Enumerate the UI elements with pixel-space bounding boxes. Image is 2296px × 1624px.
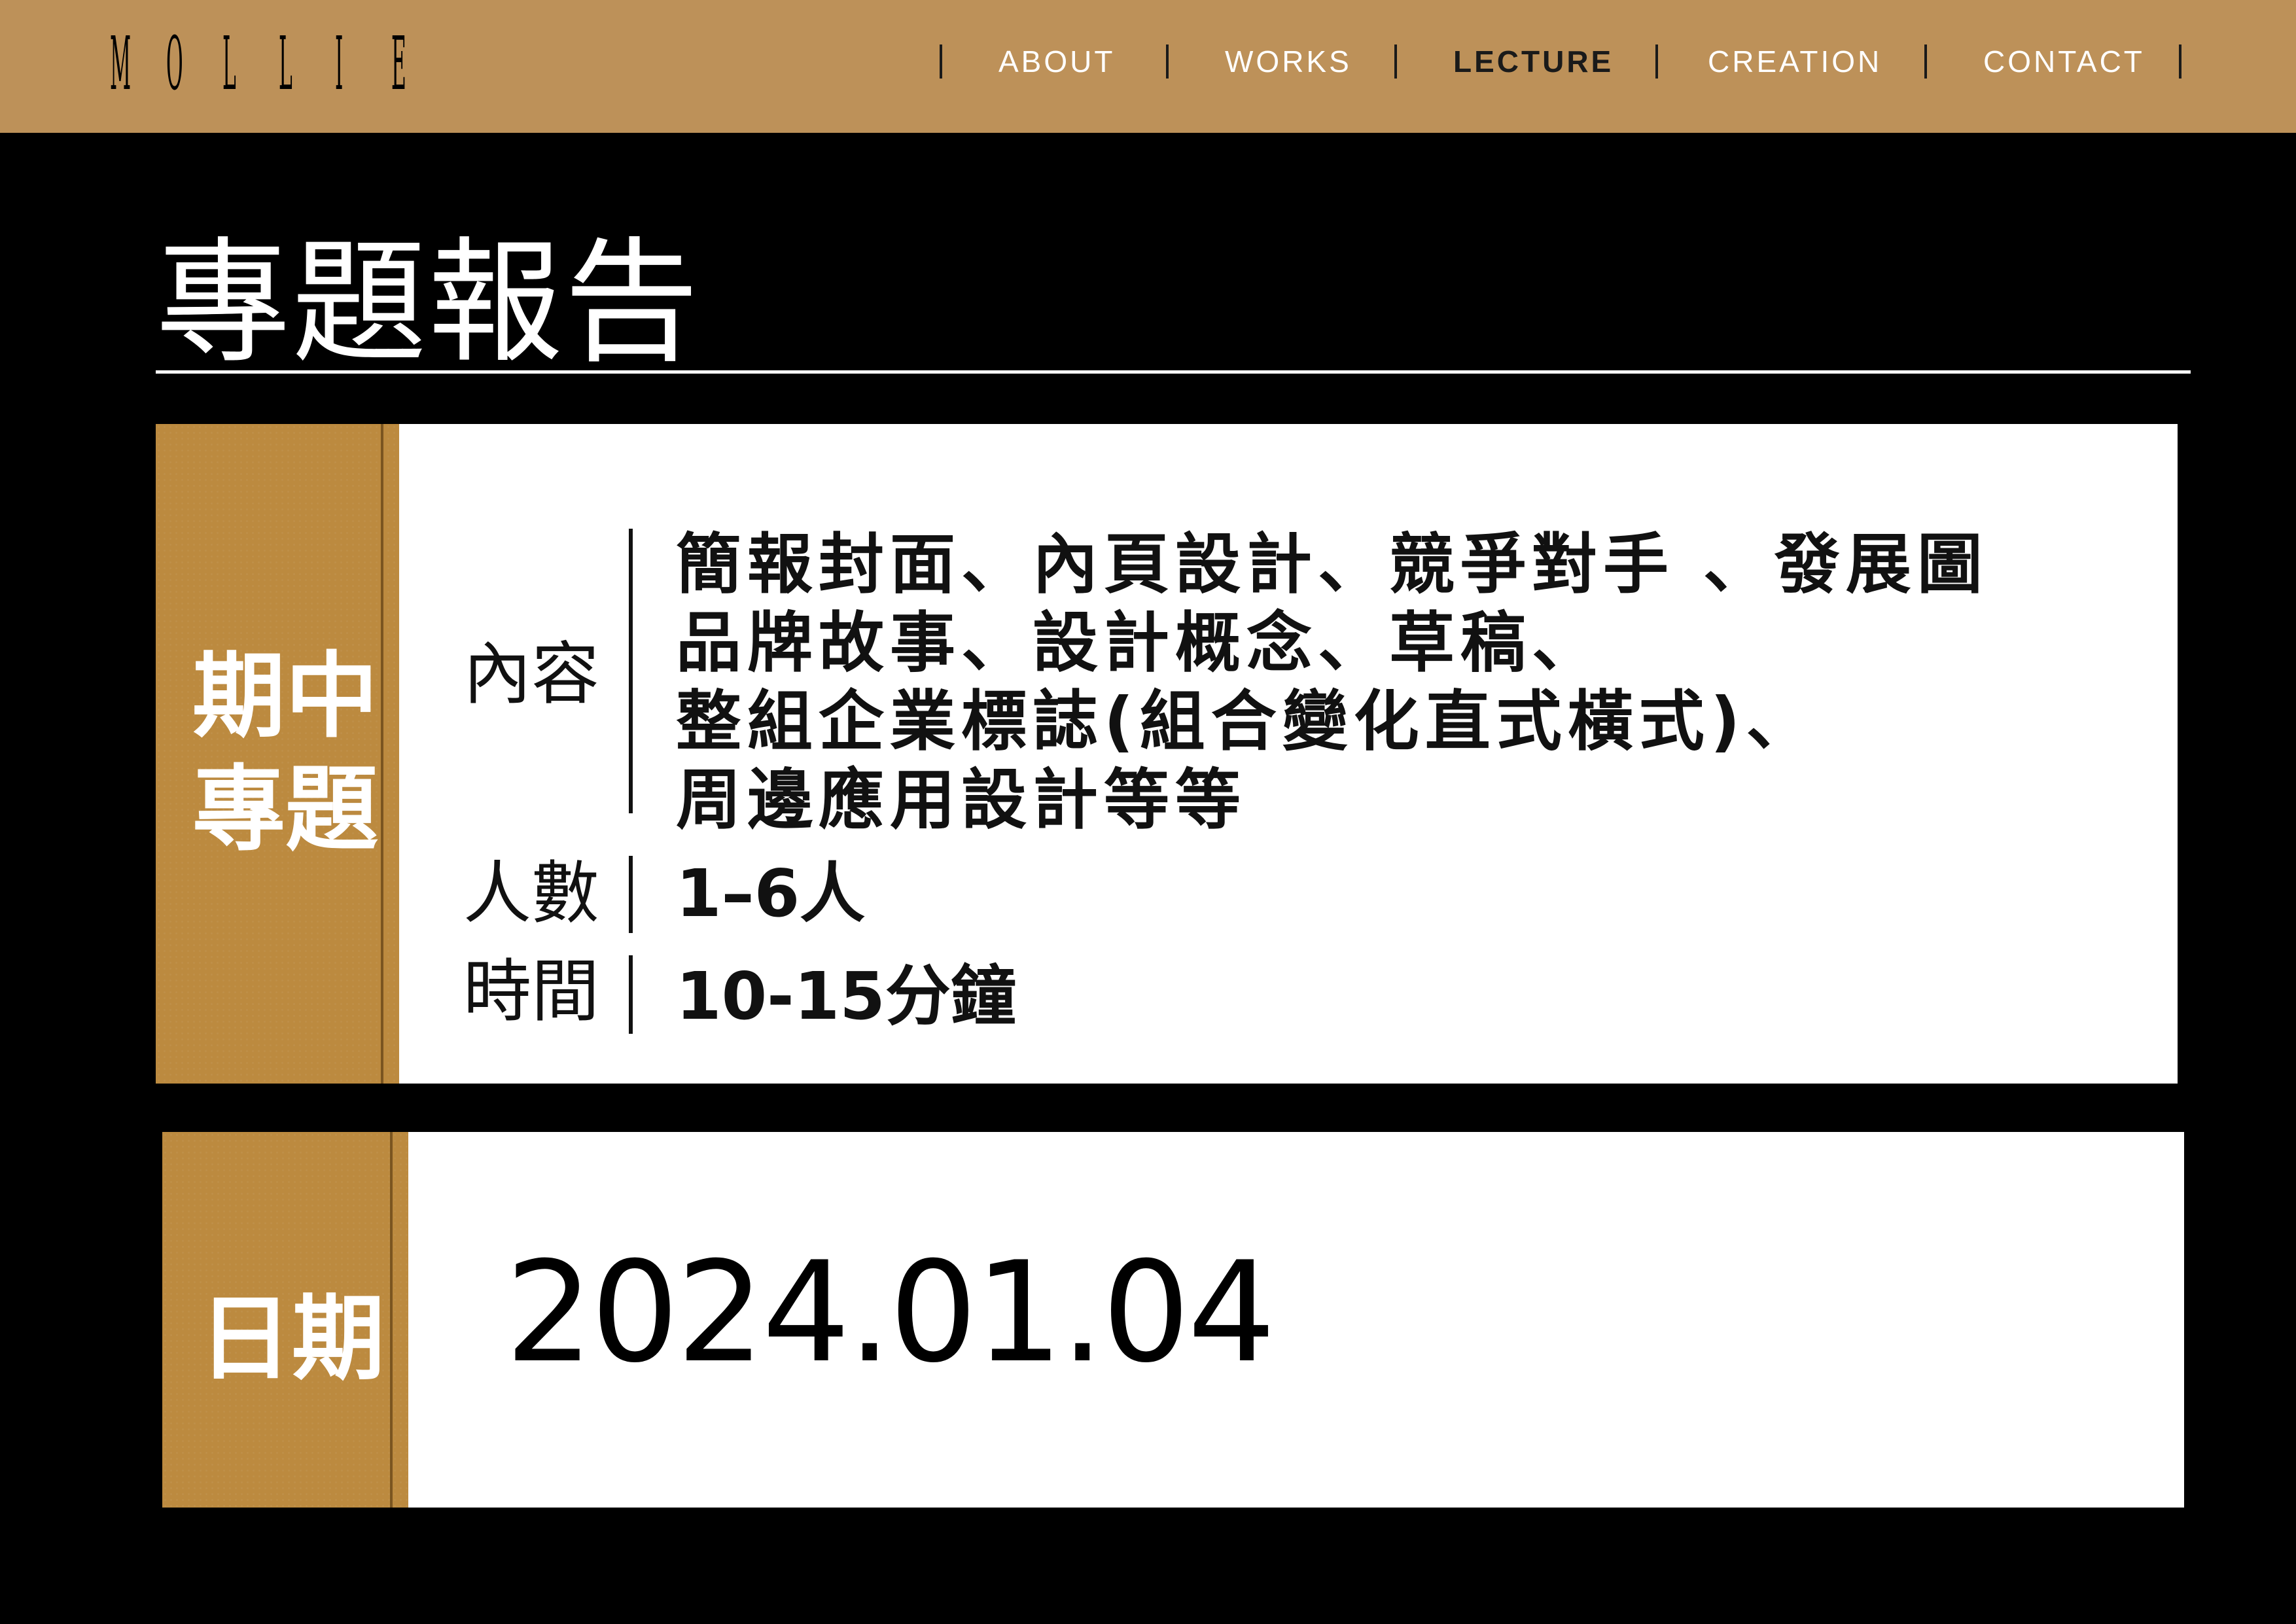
content-line-1: 簡報封面、內頁設計、競爭對手 、發展圖 bbox=[676, 526, 1988, 603]
nav-separator bbox=[940, 44, 942, 79]
midterm-tab-line2: 專題 bbox=[192, 755, 378, 864]
nav-separator bbox=[1924, 44, 1927, 79]
nav-separator bbox=[2179, 44, 2181, 79]
date-tab: 日期 bbox=[162, 1132, 408, 1508]
time-divider bbox=[629, 955, 633, 1034]
logo-letter: M bbox=[110, 22, 132, 107]
top-nav-bar: MOLLIE ABOUT WORKS LECTURE CREATION CONT… bbox=[0, 0, 2296, 133]
date-tab-label: 日期 bbox=[199, 1284, 385, 1393]
nav-contact[interactable]: CONTACT bbox=[1983, 44, 2145, 79]
logo-letter: L bbox=[279, 22, 292, 107]
midterm-tab-line1: 期中 bbox=[192, 642, 378, 750]
midterm-tab: 期中 專題 bbox=[156, 424, 399, 1084]
nav-about[interactable]: ABOUT bbox=[998, 44, 1115, 79]
nav-separator bbox=[1394, 44, 1397, 79]
midterm-panel: 期中 專題 內容 簡報封面、內頁設計、競爭對手 、發展圖 品牌故事、設計概念、草… bbox=[156, 424, 2178, 1084]
logo-letter: E bbox=[391, 22, 406, 107]
midterm-tab-label: 期中 專題 bbox=[192, 640, 378, 866]
date-panel: 日期 2024.01.04 bbox=[162, 1132, 2184, 1508]
time-label: 時間 bbox=[463, 951, 600, 1031]
page-title: 專題報告 bbox=[156, 224, 701, 381]
people-divider bbox=[629, 856, 633, 933]
tab-spine bbox=[381, 424, 383, 1084]
content-line-2: 品牌故事、設計概念、草稿、 bbox=[676, 605, 1603, 681]
content-line-3: 整組企業標誌(組合變化直式橫式)、 bbox=[676, 683, 1818, 760]
content-divider bbox=[629, 529, 633, 813]
content-label: 內容 bbox=[463, 634, 600, 714]
people-label: 人數 bbox=[463, 853, 600, 933]
content-line-4: 周邊應用設計等等 bbox=[676, 762, 1246, 838]
nav-works[interactable]: WORKS bbox=[1225, 44, 1352, 79]
title-underline bbox=[156, 370, 2191, 374]
nav-separator bbox=[1166, 44, 1169, 79]
logo-letter: O bbox=[166, 22, 183, 107]
nav-creation[interactable]: CREATION bbox=[1708, 44, 1882, 79]
tab-spine bbox=[390, 1132, 393, 1508]
time-value: 10-15分鐘 bbox=[676, 958, 1016, 1034]
logo-letter: L bbox=[222, 22, 236, 107]
nav-lecture[interactable]: LECTURE bbox=[1453, 44, 1614, 79]
logo-letter: I bbox=[335, 22, 344, 107]
date-value: 2024.01.04 bbox=[505, 1231, 1276, 1393]
people-value: 1–6人 bbox=[676, 855, 866, 932]
site-logo[interactable]: MOLLIE bbox=[110, 18, 448, 110]
nav-separator bbox=[1655, 44, 1658, 79]
